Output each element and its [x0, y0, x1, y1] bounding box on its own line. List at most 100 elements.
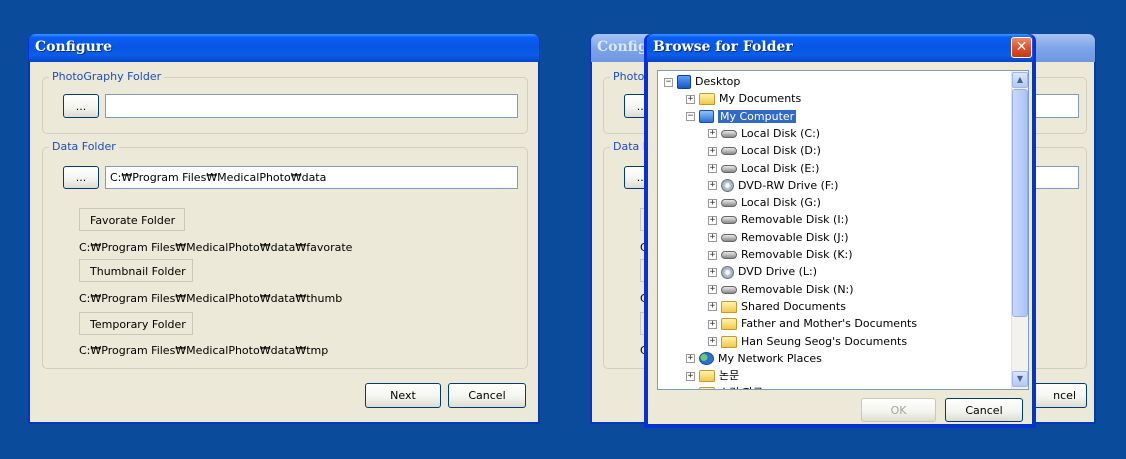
browse-cancel-button[interactable]: Cancel: [945, 398, 1023, 422]
tree-item[interactable]: + My Network Places: [686, 350, 822, 367]
removable-disk-icon: [721, 251, 737, 259]
dvd-drive-icon: [721, 179, 734, 193]
tree-item[interactable]: + My Documents: [686, 90, 801, 107]
tree-item[interactable]: + Father and Mother's Documents: [708, 315, 917, 332]
expand-icon[interactable]: +: [708, 267, 717, 277]
thumbnail-folder-label: Thumbnail Folder: [79, 259, 193, 282]
configure-title: Configure: [29, 34, 539, 62]
data-browse-button[interactable]: ...: [63, 166, 99, 189]
tree-item-label: DVD Drive (L:): [738, 265, 818, 279]
favorite-folder-label: Favorate Folder: [79, 208, 185, 231]
collapse-icon[interactable]: −: [664, 77, 673, 87]
close-icon[interactable]: ✕: [1011, 37, 1032, 58]
thumbnail-folder-path: C:₩Program Files₩MedicalPhoto₩data₩thumb: [79, 292, 343, 305]
data-path-input[interactable]: C:₩Program Files₩MedicalPhoto₩data: [105, 166, 518, 189]
temporary-folder-path: C:₩Program Files₩MedicalPhoto₩data₩tmp: [79, 344, 329, 357]
tree-item-label: DVD-RW Drive (F:): [738, 178, 839, 192]
folder-tree: − Desktop + My Documents − My Computer + Local …: [657, 70, 1029, 390]
tree-item[interactable]: + Removable Disk (K:): [708, 246, 853, 263]
tree-item[interactable]: + Local Disk (D:): [708, 142, 821, 159]
tree-item[interactable]: + Local Disk (E:): [708, 160, 819, 177]
tree-item-label: Removable Disk (K:): [741, 248, 853, 261]
expand-icon[interactable]: +: [708, 250, 717, 260]
tree-item[interactable]: + DVD Drive (L:): [708, 263, 817, 280]
folder-icon: [699, 387, 715, 389]
expand-icon[interactable]: +: [708, 302, 717, 312]
data-folder-legend: Data Folder: [49, 140, 119, 153]
tree-item[interactable]: + Local Disk (G:): [708, 194, 821, 211]
scroll-down-button[interactable]: ▼: [1012, 371, 1028, 387]
expand-icon[interactable]: +: [708, 337, 717, 346]
folder-icon: [721, 300, 737, 313]
expand-icon[interactable]: +: [708, 146, 717, 156]
tree-item[interactable]: + 논문: [686, 367, 739, 384]
cancel-button[interactable]: Cancel: [448, 383, 526, 408]
photography-folder-legend: PhotoGraphy Folder: [49, 70, 165, 83]
computer-icon: [699, 110, 714, 124]
photography-browse-button[interactable]: ...: [63, 94, 99, 118]
favorite-folder-path: C:₩Program Files₩MedicalPhoto₩data₩favor…: [79, 241, 353, 254]
hard-disk-icon: [721, 147, 737, 156]
collapse-icon[interactable]: −: [686, 112, 695, 122]
tree-item-label: My Network Places: [718, 351, 822, 365]
tree-item[interactable]: + Shared Documents: [708, 298, 846, 315]
tree-item-label: Local Disk (E:): [741, 161, 820, 175]
hard-disk-icon: [721, 199, 737, 208]
tree-item-label: Local Disk (G:): [741, 196, 821, 210]
expand-icon[interactable]: +: [708, 319, 717, 329]
removable-disk-icon: [721, 285, 737, 294]
tree-scrollbar[interactable]: ▲ ▼: [1011, 71, 1028, 389]
tree-item[interactable]: + Removable Disk (J:): [708, 229, 849, 246]
folder-icon: [699, 93, 715, 106]
tree-item-label: 논문: [719, 369, 740, 383]
expand-icon[interactable]: +: [686, 371, 695, 381]
tree-item-label: My Documents: [719, 92, 802, 106]
dvd-drive-icon: [721, 265, 734, 279]
photography-folder-group: PhotoGraphy Folder ...: [42, 70, 528, 134]
expand-icon[interactable]: +: [686, 94, 695, 104]
tree-item-label: Removable Disk (I:): [741, 213, 849, 227]
folder-icon: [721, 335, 737, 348]
tree-item[interactable]: + Han Seung Seog's Documents: [708, 333, 907, 350]
network-icon: [699, 352, 714, 366]
tree-item[interactable]: − Desktop: [664, 73, 740, 90]
expand-icon[interactable]: +: [708, 233, 717, 243]
tree-item-label: Shared Documents: [741, 299, 846, 313]
tree-item[interactable]: + DVD-RW Drive (F:): [708, 177, 838, 194]
tree-item[interactable]: + 스킨 자료: [686, 384, 763, 389]
tree-item-label: Local Disk (C:): [741, 126, 821, 140]
removable-disk-icon: [721, 233, 737, 242]
hard-disk-icon: [721, 164, 737, 173]
expand-icon[interactable]: +: [708, 215, 717, 225]
tree-item-label: Desktop: [695, 75, 741, 88]
photography-path-input[interactable]: [105, 94, 518, 118]
tree-item[interactable]: + Removable Disk (I:): [708, 211, 849, 228]
tree-item-label: Father and Mother's Documents: [741, 317, 918, 331]
expand-icon[interactable]: +: [708, 181, 717, 191]
desktop-icon: [677, 75, 691, 89]
removable-disk-icon: [721, 216, 737, 225]
browse-for-folder-window: Browse for Folder ✕ − Desktop + My Document…: [644, 34, 1036, 428]
expand-icon[interactable]: +: [686, 354, 695, 364]
temporary-folder-label: Temporary Folder: [79, 312, 193, 335]
next-button[interactable]: Next: [365, 383, 441, 408]
expand-icon[interactable]: +: [708, 198, 717, 208]
expand-icon[interactable]: +: [686, 388, 695, 389]
configure-window: Configure PhotoGraphy Folder ... Data Fo…: [28, 34, 540, 424]
expand-icon[interactable]: +: [708, 285, 717, 295]
tree-item[interactable]: + Local Disk (C:): [708, 125, 820, 142]
ok-button[interactable]: OK: [861, 398, 936, 422]
tree-item-label: Removable Disk (J:): [741, 230, 849, 244]
expand-icon[interactable]: +: [708, 129, 717, 139]
scroll-up-button[interactable]: ▲: [1012, 72, 1028, 88]
scroll-thumb[interactable]: [1012, 89, 1028, 317]
tree-item[interactable]: − My Computer: [686, 108, 797, 125]
data-folder-group: Data Folder ... C:₩Program Files₩Medical…: [42, 140, 528, 369]
folder-icon: [721, 318, 737, 331]
hard-disk-icon: [721, 129, 737, 138]
tree-item-label: My Computer: [718, 109, 797, 123]
tree-item-label: Removable Disk (N:): [741, 282, 854, 296]
folder-icon: [699, 370, 715, 383]
tree-item[interactable]: + Removable Disk (N:): [708, 281, 854, 298]
expand-icon[interactable]: +: [708, 164, 717, 173]
